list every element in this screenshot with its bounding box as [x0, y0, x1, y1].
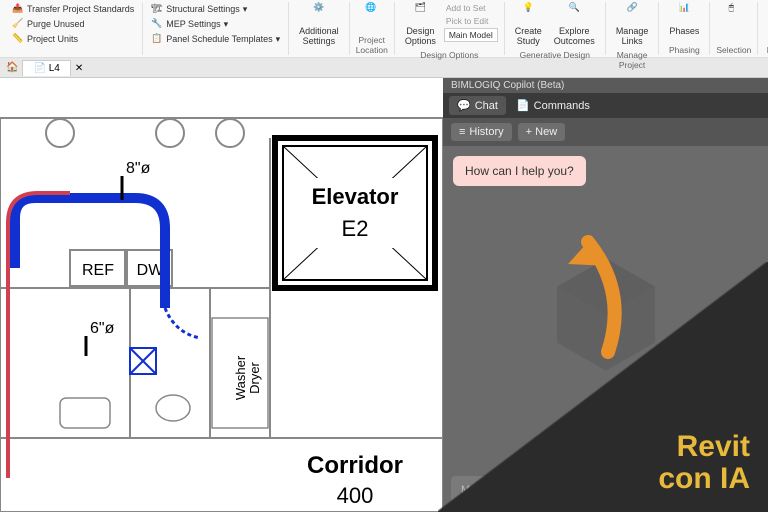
ribbon-group-settings-1: 📤Transfer Project Standards 🧹Purge Unuse… [4, 2, 143, 55]
tabstrip-home-icon[interactable]: 🏠 [6, 62, 18, 73]
chat-icon: 💬 [457, 99, 471, 112]
promo-text: Revit con IA [658, 431, 750, 494]
ribbon-group-generative: 💡Create Study 🔍Explore Outcomes Generati… [505, 2, 606, 55]
ref-label: REF [82, 262, 114, 279]
elevator-code: E2 [342, 216, 369, 241]
copilot-tab-chat[interactable]: 💬Chat [449, 96, 506, 115]
duct-8-dim: 8"ø [126, 160, 151, 177]
history-button[interactable]: ≡History [451, 123, 512, 141]
assistant-message: How can I help you? [453, 156, 586, 186]
add-to-set-button: Add to Set [444, 2, 498, 14]
transfer-icon: 📤 [12, 3, 24, 15]
ribbon-label-inquiry: Inquiry [764, 43, 768, 55]
drawing-canvas[interactable]: Elevator E2 Corridor 400 REF DW WasherDr… [0, 78, 443, 512]
promo-arrow-icon [538, 222, 648, 362]
purge-icon: 🧹 [12, 18, 24, 30]
close-tab-icon[interactable]: ✕ [75, 63, 85, 73]
manage-links-button[interactable]: 🔗Manage Links [612, 2, 653, 48]
tab-icon: 📄 [33, 63, 45, 74]
gear-icon: ⚙️ [308, 3, 330, 25]
chevron-down-icon: ▾ [276, 34, 281, 45]
purge-unused-button[interactable]: 🧹Purge Unused [10, 17, 136, 31]
corridor-number: 400 [337, 483, 374, 508]
floor-plan-svg: Elevator E2 Corridor 400 REF DW WasherDr… [0, 78, 443, 512]
ribbon-group-settings-2: 🏗Structural Settings▾ 🔧MEP Settings▾ 📋Pa… [143, 2, 289, 55]
document-tab-l4[interactable]: 📄 L4 [22, 60, 70, 76]
duct-8-inch [15, 198, 165, 308]
history-icon: ≡ [459, 126, 465, 138]
design-options-button[interactable]: 🗂Design Options [401, 2, 440, 48]
washer-dryer-label: WasherDryer [233, 355, 262, 400]
document-tabstrip: 🏠 📄 L4 ✕ [0, 58, 768, 78]
pick-to-edit-button: Pick to Edit [444, 15, 498, 27]
ribbon-group-selection: 🖱 Selection [710, 2, 758, 55]
mep-settings-button[interactable]: 🔧MEP Settings▾ [149, 17, 282, 31]
ribbon-group-additional: ⚙️Additional Settings [289, 2, 350, 55]
links-icon: 🔗 [621, 3, 643, 25]
study-icon: 💡 [517, 3, 539, 25]
phases-icon: 📊 [673, 3, 695, 25]
options-icon: 🗂 [409, 3, 431, 25]
ribbon-label-selection: Selection [716, 43, 751, 55]
ribbon-group-phasing: 📊Phases Phasing [659, 2, 710, 55]
copilot-toolbar: ≡History + New [443, 118, 768, 146]
new-chat-button[interactable]: + New [518, 123, 566, 141]
copilot-tab-commands[interactable]: 📄Commands [508, 96, 598, 115]
mep-icon: 🔧 [151, 18, 163, 30]
ribbon-label-design-options: Design Options [401, 48, 498, 60]
corridor-label: Corridor [307, 452, 403, 479]
create-study-button[interactable]: 💡Create Study [511, 2, 546, 48]
copilot-panel-title: BIMLOGIQ Copilot (Beta) [443, 78, 768, 93]
ribbon-label-location: Project Location [356, 33, 388, 55]
selection-icon: 🖱 [720, 3, 742, 25]
inquiry-button[interactable]: ❓ [764, 2, 768, 26]
duct-6-dim: 6"ø [90, 320, 115, 337]
ribbon-group-design-options: 🗂Design Options Add to Set Pick to Edit … [395, 2, 505, 55]
globe-icon: 🌐 [360, 3, 382, 25]
copilot-tabs: 💬Chat 📄Commands [443, 93, 768, 118]
transfer-project-standards-button[interactable]: 📤Transfer Project Standards [10, 2, 136, 16]
chevron-down-icon: ▾ [243, 4, 248, 15]
additional-settings-button[interactable]: ⚙️Additional Settings [295, 2, 343, 48]
panel-schedule-templates-button[interactable]: 📋Panel Schedule Templates▾ [149, 32, 282, 46]
main-model-dropdown[interactable]: Main Model [444, 28, 498, 42]
ribbon-group-location: 🌐 Project Location [350, 2, 395, 55]
commands-icon: 📄 [516, 99, 530, 112]
main-area: Elevator E2 Corridor 400 REF DW WasherDr… [0, 78, 768, 512]
ribbon-group-manage-project: 🔗Manage Links Manage Project [606, 2, 660, 55]
units-icon: 📏 [12, 33, 24, 45]
structural-icon: 🏗 [151, 3, 163, 15]
explore-outcomes-button[interactable]: 🔍Explore Outcomes [550, 2, 599, 48]
location-button[interactable]: 🌐 [356, 2, 386, 26]
selection-button[interactable]: 🖱 [716, 2, 746, 26]
ribbon-label-manage-project: Manage Project [612, 48, 653, 70]
project-units-button[interactable]: 📏Project Units [10, 32, 136, 46]
ribbon-label-generative: Generative Design [511, 48, 599, 60]
chevron-down-icon: ▾ [224, 19, 229, 30]
ribbon-group-inquiry: ❓ Inquiry [758, 2, 768, 55]
elevator-label: Elevator [312, 184, 399, 209]
phases-button[interactable]: 📊Phases [665, 2, 703, 38]
outcomes-icon: 🔍 [563, 3, 585, 25]
ribbon-label-phasing: Phasing [665, 43, 703, 55]
panel-icon: 📋 [151, 33, 163, 45]
structural-settings-button[interactable]: 🏗Structural Settings▾ [149, 2, 282, 16]
ribbon: 📤Transfer Project Standards 🧹Purge Unuse… [0, 0, 768, 58]
